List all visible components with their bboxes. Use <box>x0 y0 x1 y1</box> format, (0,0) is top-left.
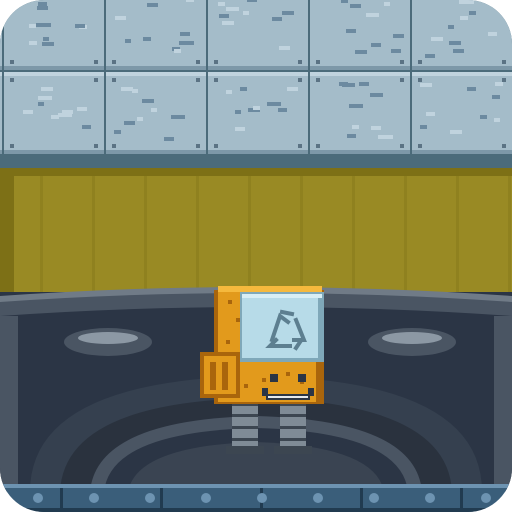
robot-screen <box>240 292 324 362</box>
rivet-icon <box>112 144 116 148</box>
rivet-icon <box>502 60 506 64</box>
stone-tile <box>208 72 308 154</box>
rivet-icon <box>10 78 14 82</box>
floor-rivet-icon <box>425 493 435 503</box>
rivet-icon <box>196 60 200 64</box>
floor-rivet-icon <box>33 493 43 503</box>
stone-tile <box>0 0 2 70</box>
floor-rivet-icon <box>369 493 379 503</box>
rivet-icon <box>10 144 14 148</box>
stone-tile <box>0 72 2 154</box>
floor-rivet-icon <box>145 493 155 503</box>
rivet-icon <box>214 78 218 82</box>
game-app-icon <box>0 0 512 512</box>
rivet-icon <box>418 144 422 148</box>
metal-floor <box>0 484 512 512</box>
rivet-icon <box>400 78 404 82</box>
floor-rivet-icon <box>313 493 323 503</box>
rivet-icon <box>418 60 422 64</box>
rivet-icon <box>502 144 506 148</box>
rivet-icon <box>214 144 218 148</box>
rivet-icon <box>214 60 218 64</box>
rivet-icon <box>112 78 116 82</box>
rivet-icon <box>502 78 506 82</box>
rivet-icon <box>10 60 14 64</box>
game-scene <box>0 0 512 512</box>
stone-tile <box>106 0 206 70</box>
rivet-icon <box>298 78 302 82</box>
stone-tile <box>208 0 308 70</box>
olive-wall <box>0 168 512 300</box>
rivet-icon <box>196 78 200 82</box>
rivet-icon <box>196 144 200 148</box>
rivet-icon <box>400 60 404 64</box>
floor-rivet-icon <box>257 493 267 503</box>
rivet-icon <box>316 144 320 148</box>
stone-tile <box>106 72 206 154</box>
floor-rivet-icon <box>481 493 491 503</box>
rivet-icon <box>418 78 422 82</box>
rivet-icon <box>298 144 302 148</box>
rivet-icon <box>316 60 320 64</box>
rivet-icon <box>94 78 98 82</box>
floor-rivet-icon <box>201 493 211 503</box>
rivet-icon <box>298 60 302 64</box>
floor-rivet-icon <box>89 493 99 503</box>
rivet-icon <box>94 60 98 64</box>
rivet-icon <box>400 144 404 148</box>
stone-wall <box>0 0 512 170</box>
rivet-icon <box>94 144 98 148</box>
robot-side-handle <box>200 352 240 398</box>
rivet-icon <box>112 60 116 64</box>
rivet-icon <box>316 78 320 82</box>
stone-tile <box>4 0 104 70</box>
stone-tile <box>4 72 104 154</box>
